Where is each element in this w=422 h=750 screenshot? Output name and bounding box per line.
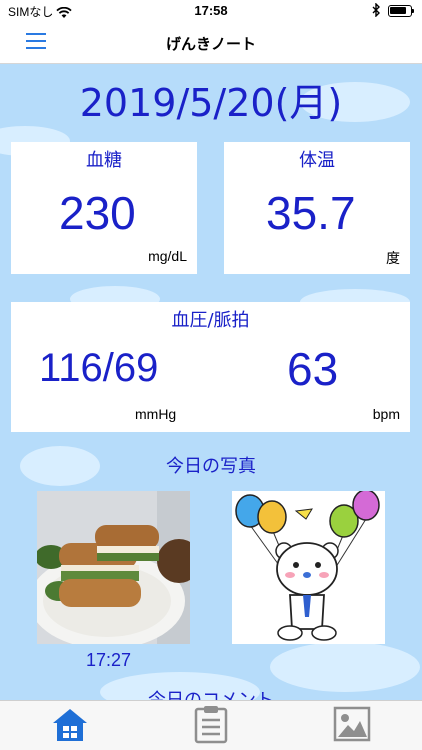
temperature-value: 35.7: [266, 187, 356, 239]
blood-pressure-card[interactable]: 血圧/脈拍 116/69 mmHg 63 bpm: [11, 302, 410, 432]
home-icon: [50, 709, 90, 748]
tab-records[interactable]: [191, 704, 231, 744]
image-icon: [332, 706, 372, 748]
comment-section-title: 今日のコメント: [0, 686, 422, 700]
bear-balloons-illustration[interactable]: [232, 491, 385, 644]
photos-section-title: 今日の写真: [166, 456, 256, 477]
navigation-bar: げんきノート: [0, 22, 422, 64]
sandwich-photo[interactable]: [37, 491, 190, 644]
temperature-card[interactable]: 体温 35.7 度: [224, 142, 410, 274]
battery-nub: [412, 8, 414, 13]
photo-time: 17:27: [86, 650, 132, 670]
blood-sugar-unit: mg/dL: [148, 248, 187, 264]
pulse-unit: bpm: [372, 406, 400, 422]
cloud-decoration: [270, 642, 420, 692]
tab-home[interactable]: [50, 704, 90, 744]
clipboard-icon: [191, 706, 231, 748]
temperature-unit: 度: [386, 250, 400, 266]
clock: 17:58: [194, 3, 228, 18]
tab-photos[interactable]: [332, 704, 372, 744]
blood-sugar-label: 血糖: [86, 150, 122, 171]
blood-sugar-card[interactable]: 血糖 230 mg/dL: [11, 142, 197, 274]
tab-bar: [0, 700, 422, 750]
bluetooth-icon: [372, 2, 381, 20]
blood-sugar-value: 230: [59, 187, 136, 239]
date-heading: 2019/5/20(月): [79, 81, 343, 125]
temperature-label: 体温: [299, 150, 335, 171]
blood-pressure-label: 血圧/脈拍: [171, 310, 250, 331]
app-title: げんきノート: [165, 35, 256, 53]
pulse-value: 63: [287, 343, 339, 395]
status-bar: SIMなし 17:58: [0, 0, 422, 22]
main-content[interactable]: 2019/5/20(月) 血糖 230 mg/dL 体温 35.7 度 血圧/脈…: [0, 64, 422, 700]
battery-icon: [388, 5, 414, 17]
blood-pressure-unit: mmHg: [135, 406, 177, 422]
battery-fill: [390, 7, 406, 14]
blood-pressure-value: 116/69: [39, 346, 159, 390]
